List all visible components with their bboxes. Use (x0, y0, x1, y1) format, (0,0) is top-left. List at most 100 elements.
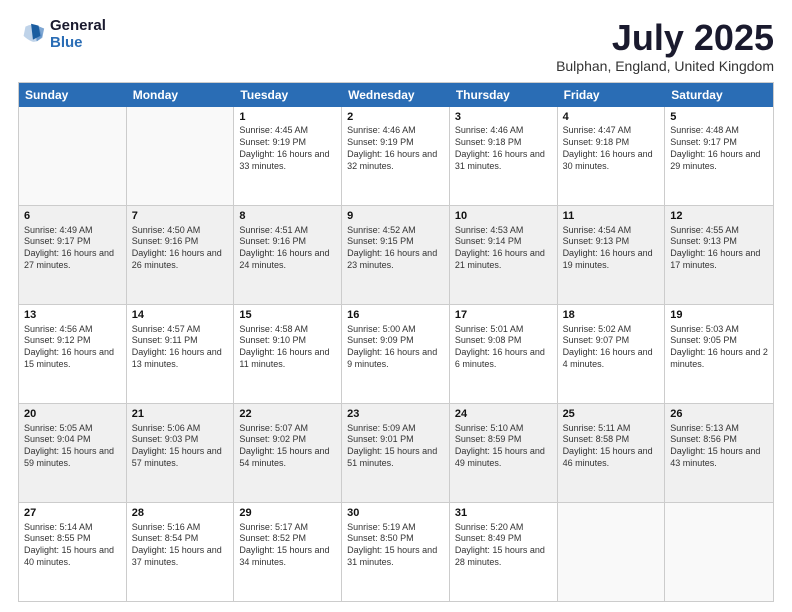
header-saturday: Saturday (665, 83, 773, 107)
header-tuesday: Tuesday (234, 83, 342, 107)
day-info: Sunrise: 4:48 AM Sunset: 9:17 PM Dayligh… (670, 125, 768, 172)
calendar-cell: 23Sunrise: 5:09 AM Sunset: 9:01 PM Dayli… (342, 404, 450, 502)
day-number: 3 (455, 110, 552, 125)
day-number: 17 (455, 308, 552, 323)
day-info: Sunrise: 5:03 AM Sunset: 9:05 PM Dayligh… (670, 324, 768, 371)
calendar-cell: 13Sunrise: 4:56 AM Sunset: 9:12 PM Dayli… (19, 305, 127, 403)
day-info: Sunrise: 4:47 AM Sunset: 9:18 PM Dayligh… (563, 125, 660, 172)
day-number: 11 (563, 209, 660, 224)
day-number: 27 (24, 506, 121, 521)
calendar-cell: 12Sunrise: 4:55 AM Sunset: 9:13 PM Dayli… (665, 206, 773, 304)
calendar-cell: 6Sunrise: 4:49 AM Sunset: 9:17 PM Daylig… (19, 206, 127, 304)
day-info: Sunrise: 4:53 AM Sunset: 9:14 PM Dayligh… (455, 225, 552, 272)
day-info: Sunrise: 4:55 AM Sunset: 9:13 PM Dayligh… (670, 225, 768, 272)
calendar-cell: 29Sunrise: 5:17 AM Sunset: 8:52 PM Dayli… (234, 503, 342, 601)
title-section: July 2025 Bulphan, England, United Kingd… (556, 18, 774, 74)
calendar-cell: 19Sunrise: 5:03 AM Sunset: 9:05 PM Dayli… (665, 305, 773, 403)
calendar-body: 1Sunrise: 4:45 AM Sunset: 9:19 PM Daylig… (19, 107, 773, 601)
day-info: Sunrise: 5:17 AM Sunset: 8:52 PM Dayligh… (239, 522, 336, 569)
day-number: 23 (347, 407, 444, 422)
day-info: Sunrise: 5:05 AM Sunset: 9:04 PM Dayligh… (24, 423, 121, 470)
day-number: 19 (670, 308, 768, 323)
calendar-cell: 28Sunrise: 5:16 AM Sunset: 8:54 PM Dayli… (127, 503, 235, 601)
day-number: 2 (347, 110, 444, 125)
day-info: Sunrise: 5:10 AM Sunset: 8:59 PM Dayligh… (455, 423, 552, 470)
day-info: Sunrise: 4:57 AM Sunset: 9:11 PM Dayligh… (132, 324, 229, 371)
calendar-cell: 30Sunrise: 5:19 AM Sunset: 8:50 PM Dayli… (342, 503, 450, 601)
day-info: Sunrise: 5:02 AM Sunset: 9:07 PM Dayligh… (563, 324, 660, 371)
calendar-cell: 4Sunrise: 4:47 AM Sunset: 9:18 PM Daylig… (558, 107, 666, 205)
day-number: 21 (132, 407, 229, 422)
day-number: 16 (347, 308, 444, 323)
day-info: Sunrise: 4:45 AM Sunset: 9:19 PM Dayligh… (239, 125, 336, 172)
main-title: July 2025 (556, 18, 774, 58)
day-number: 15 (239, 308, 336, 323)
calendar-cell: 15Sunrise: 4:58 AM Sunset: 9:10 PM Dayli… (234, 305, 342, 403)
day-number: 29 (239, 506, 336, 521)
calendar-cell: 27Sunrise: 5:14 AM Sunset: 8:55 PM Dayli… (19, 503, 127, 601)
day-info: Sunrise: 4:51 AM Sunset: 9:16 PM Dayligh… (239, 225, 336, 272)
day-number: 7 (132, 209, 229, 224)
day-info: Sunrise: 4:54 AM Sunset: 9:13 PM Dayligh… (563, 225, 660, 272)
calendar-cell (558, 503, 666, 601)
day-info: Sunrise: 5:07 AM Sunset: 9:02 PM Dayligh… (239, 423, 336, 470)
calendar-cell: 24Sunrise: 5:10 AM Sunset: 8:59 PM Dayli… (450, 404, 558, 502)
day-number: 26 (670, 407, 768, 422)
day-info: Sunrise: 4:50 AM Sunset: 9:16 PM Dayligh… (132, 225, 229, 272)
header-thursday: Thursday (450, 83, 558, 107)
day-number: 18 (563, 308, 660, 323)
calendar-cell: 9Sunrise: 4:52 AM Sunset: 9:15 PM Daylig… (342, 206, 450, 304)
logo: General Blue (18, 18, 106, 51)
day-number: 20 (24, 407, 121, 422)
day-number: 22 (239, 407, 336, 422)
day-info: Sunrise: 5:11 AM Sunset: 8:58 PM Dayligh… (563, 423, 660, 470)
day-info: Sunrise: 4:49 AM Sunset: 9:17 PM Dayligh… (24, 225, 121, 272)
calendar-cell: 17Sunrise: 5:01 AM Sunset: 9:08 PM Dayli… (450, 305, 558, 403)
day-number: 9 (347, 209, 444, 224)
header-wednesday: Wednesday (342, 83, 450, 107)
day-number: 8 (239, 209, 336, 224)
calendar-cell: 7Sunrise: 4:50 AM Sunset: 9:16 PM Daylig… (127, 206, 235, 304)
subtitle: Bulphan, England, United Kingdom (556, 58, 774, 74)
day-info: Sunrise: 4:46 AM Sunset: 9:19 PM Dayligh… (347, 125, 444, 172)
calendar-cell: 16Sunrise: 5:00 AM Sunset: 9:09 PM Dayli… (342, 305, 450, 403)
header: General Blue July 2025 Bulphan, England,… (18, 18, 774, 74)
day-number: 31 (455, 506, 552, 521)
day-number: 5 (670, 110, 768, 125)
day-number: 25 (563, 407, 660, 422)
calendar-cell (127, 107, 235, 205)
logo-general-text: General (50, 18, 106, 35)
header-friday: Friday (558, 83, 666, 107)
calendar-cell (19, 107, 127, 205)
day-number: 13 (24, 308, 121, 323)
day-number: 28 (132, 506, 229, 521)
day-info: Sunrise: 5:16 AM Sunset: 8:54 PM Dayligh… (132, 522, 229, 569)
day-number: 14 (132, 308, 229, 323)
day-info: Sunrise: 4:58 AM Sunset: 9:10 PM Dayligh… (239, 324, 336, 371)
day-number: 6 (24, 209, 121, 224)
calendar-cell: 25Sunrise: 5:11 AM Sunset: 8:58 PM Dayli… (558, 404, 666, 502)
day-info: Sunrise: 4:56 AM Sunset: 9:12 PM Dayligh… (24, 324, 121, 371)
day-number: 4 (563, 110, 660, 125)
calendar-cell: 21Sunrise: 5:06 AM Sunset: 9:03 PM Dayli… (127, 404, 235, 502)
day-info: Sunrise: 5:01 AM Sunset: 9:08 PM Dayligh… (455, 324, 552, 371)
day-info: Sunrise: 4:52 AM Sunset: 9:15 PM Dayligh… (347, 225, 444, 272)
calendar-cell: 31Sunrise: 5:20 AM Sunset: 8:49 PM Dayli… (450, 503, 558, 601)
calendar-row-5: 27Sunrise: 5:14 AM Sunset: 8:55 PM Dayli… (19, 503, 773, 601)
page: General Blue July 2025 Bulphan, England,… (0, 0, 792, 612)
calendar-cell (665, 503, 773, 601)
logo-blue-text: Blue (50, 35, 106, 52)
day-info: Sunrise: 5:14 AM Sunset: 8:55 PM Dayligh… (24, 522, 121, 569)
logo-text: General Blue (50, 18, 106, 51)
day-number: 30 (347, 506, 444, 521)
calendar-cell: 22Sunrise: 5:07 AM Sunset: 9:02 PM Dayli… (234, 404, 342, 502)
calendar-cell: 1Sunrise: 4:45 AM Sunset: 9:19 PM Daylig… (234, 107, 342, 205)
calendar-cell: 2Sunrise: 4:46 AM Sunset: 9:19 PM Daylig… (342, 107, 450, 205)
day-info: Sunrise: 5:06 AM Sunset: 9:03 PM Dayligh… (132, 423, 229, 470)
header-monday: Monday (127, 83, 235, 107)
calendar-cell: 26Sunrise: 5:13 AM Sunset: 8:56 PM Dayli… (665, 404, 773, 502)
calendar-row-3: 13Sunrise: 4:56 AM Sunset: 9:12 PM Dayli… (19, 305, 773, 404)
header-sunday: Sunday (19, 83, 127, 107)
calendar-cell: 10Sunrise: 4:53 AM Sunset: 9:14 PM Dayli… (450, 206, 558, 304)
calendar-cell: 5Sunrise: 4:48 AM Sunset: 9:17 PM Daylig… (665, 107, 773, 205)
